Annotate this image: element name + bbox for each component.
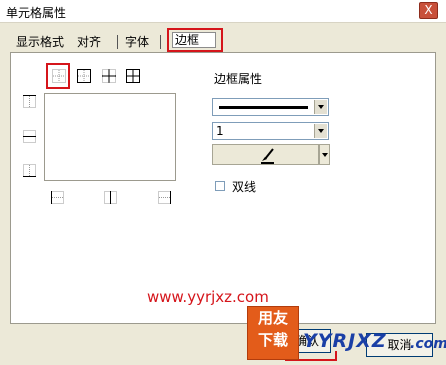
tab-separator — [160, 35, 161, 49]
border-outline-icon — [77, 69, 91, 83]
site-logo-text: YYRJXZ — [303, 330, 387, 352]
line-width-value: 1 — [216, 124, 224, 138]
border-color-picker[interactable] — [212, 144, 330, 165]
line-style-sample — [219, 106, 308, 109]
border-properties-heading: 边框属性 — [214, 72, 263, 86]
border-bottom-icon — [23, 164, 36, 177]
border-right-icon — [158, 191, 171, 204]
site-logo-badge: 用友 下载 — [247, 306, 299, 360]
site-logo-suffix: .com — [410, 336, 446, 352]
tab-font[interactable]: 字体 — [125, 33, 149, 51]
border-top-button[interactable] — [23, 95, 36, 108]
tab-border[interactable]: 边框 — [172, 32, 216, 48]
border-middle-horizontal-icon — [23, 130, 36, 143]
tab-separator — [117, 35, 118, 49]
preset-inside-button[interactable] — [101, 68, 117, 84]
title-bar: 单元格属性 X — [0, 0, 446, 23]
preset-outline-button[interactable] — [76, 68, 92, 84]
border-all-icon — [126, 69, 140, 83]
border-left-icon — [51, 191, 64, 204]
border-right-button[interactable] — [158, 191, 171, 204]
border-top-icon — [23, 95, 36, 108]
border-middle-horizontal-button[interactable] — [23, 130, 36, 143]
line-width-select[interactable]: 1 — [212, 122, 329, 140]
chevron-down-icon[interactable] — [319, 144, 330, 165]
double-line-checkbox[interactable] — [215, 181, 225, 191]
border-middle-vertical-icon — [104, 191, 117, 204]
tab-align[interactable]: 对齐 — [77, 33, 101, 51]
double-line-label: 双线 — [232, 180, 257, 194]
close-button[interactable]: X — [419, 2, 438, 19]
cell-properties-dialog: 单元格属性 X 显示格式 对齐 字体 边框 边框属性 1 双线 www.yyrj… — [0, 0, 446, 365]
preset-highlight — [46, 63, 70, 89]
chevron-down-icon — [314, 100, 327, 114]
border-inside-icon — [102, 69, 116, 83]
brush-icon — [261, 148, 274, 164]
border-left-button[interactable] — [51, 191, 64, 204]
logo-badge-bottom: 下载 — [257, 331, 288, 349]
preset-all-button[interactable] — [125, 68, 141, 84]
line-style-select[interactable] — [212, 98, 329, 116]
border-color-button[interactable] — [212, 144, 319, 165]
window-title: 单元格属性 — [6, 6, 67, 20]
watermark-url: www.yyrjxz.com — [147, 288, 269, 306]
tab-border-highlight: 边框 — [167, 28, 223, 52]
logo-badge-top: 用友 — [257, 309, 288, 327]
border-preview[interactable] — [44, 93, 176, 181]
chevron-down-icon — [314, 124, 327, 138]
border-bottom-button[interactable] — [23, 164, 36, 177]
border-middle-vertical-button[interactable] — [104, 191, 117, 204]
tab-display-format[interactable]: 显示格式 — [16, 33, 64, 51]
